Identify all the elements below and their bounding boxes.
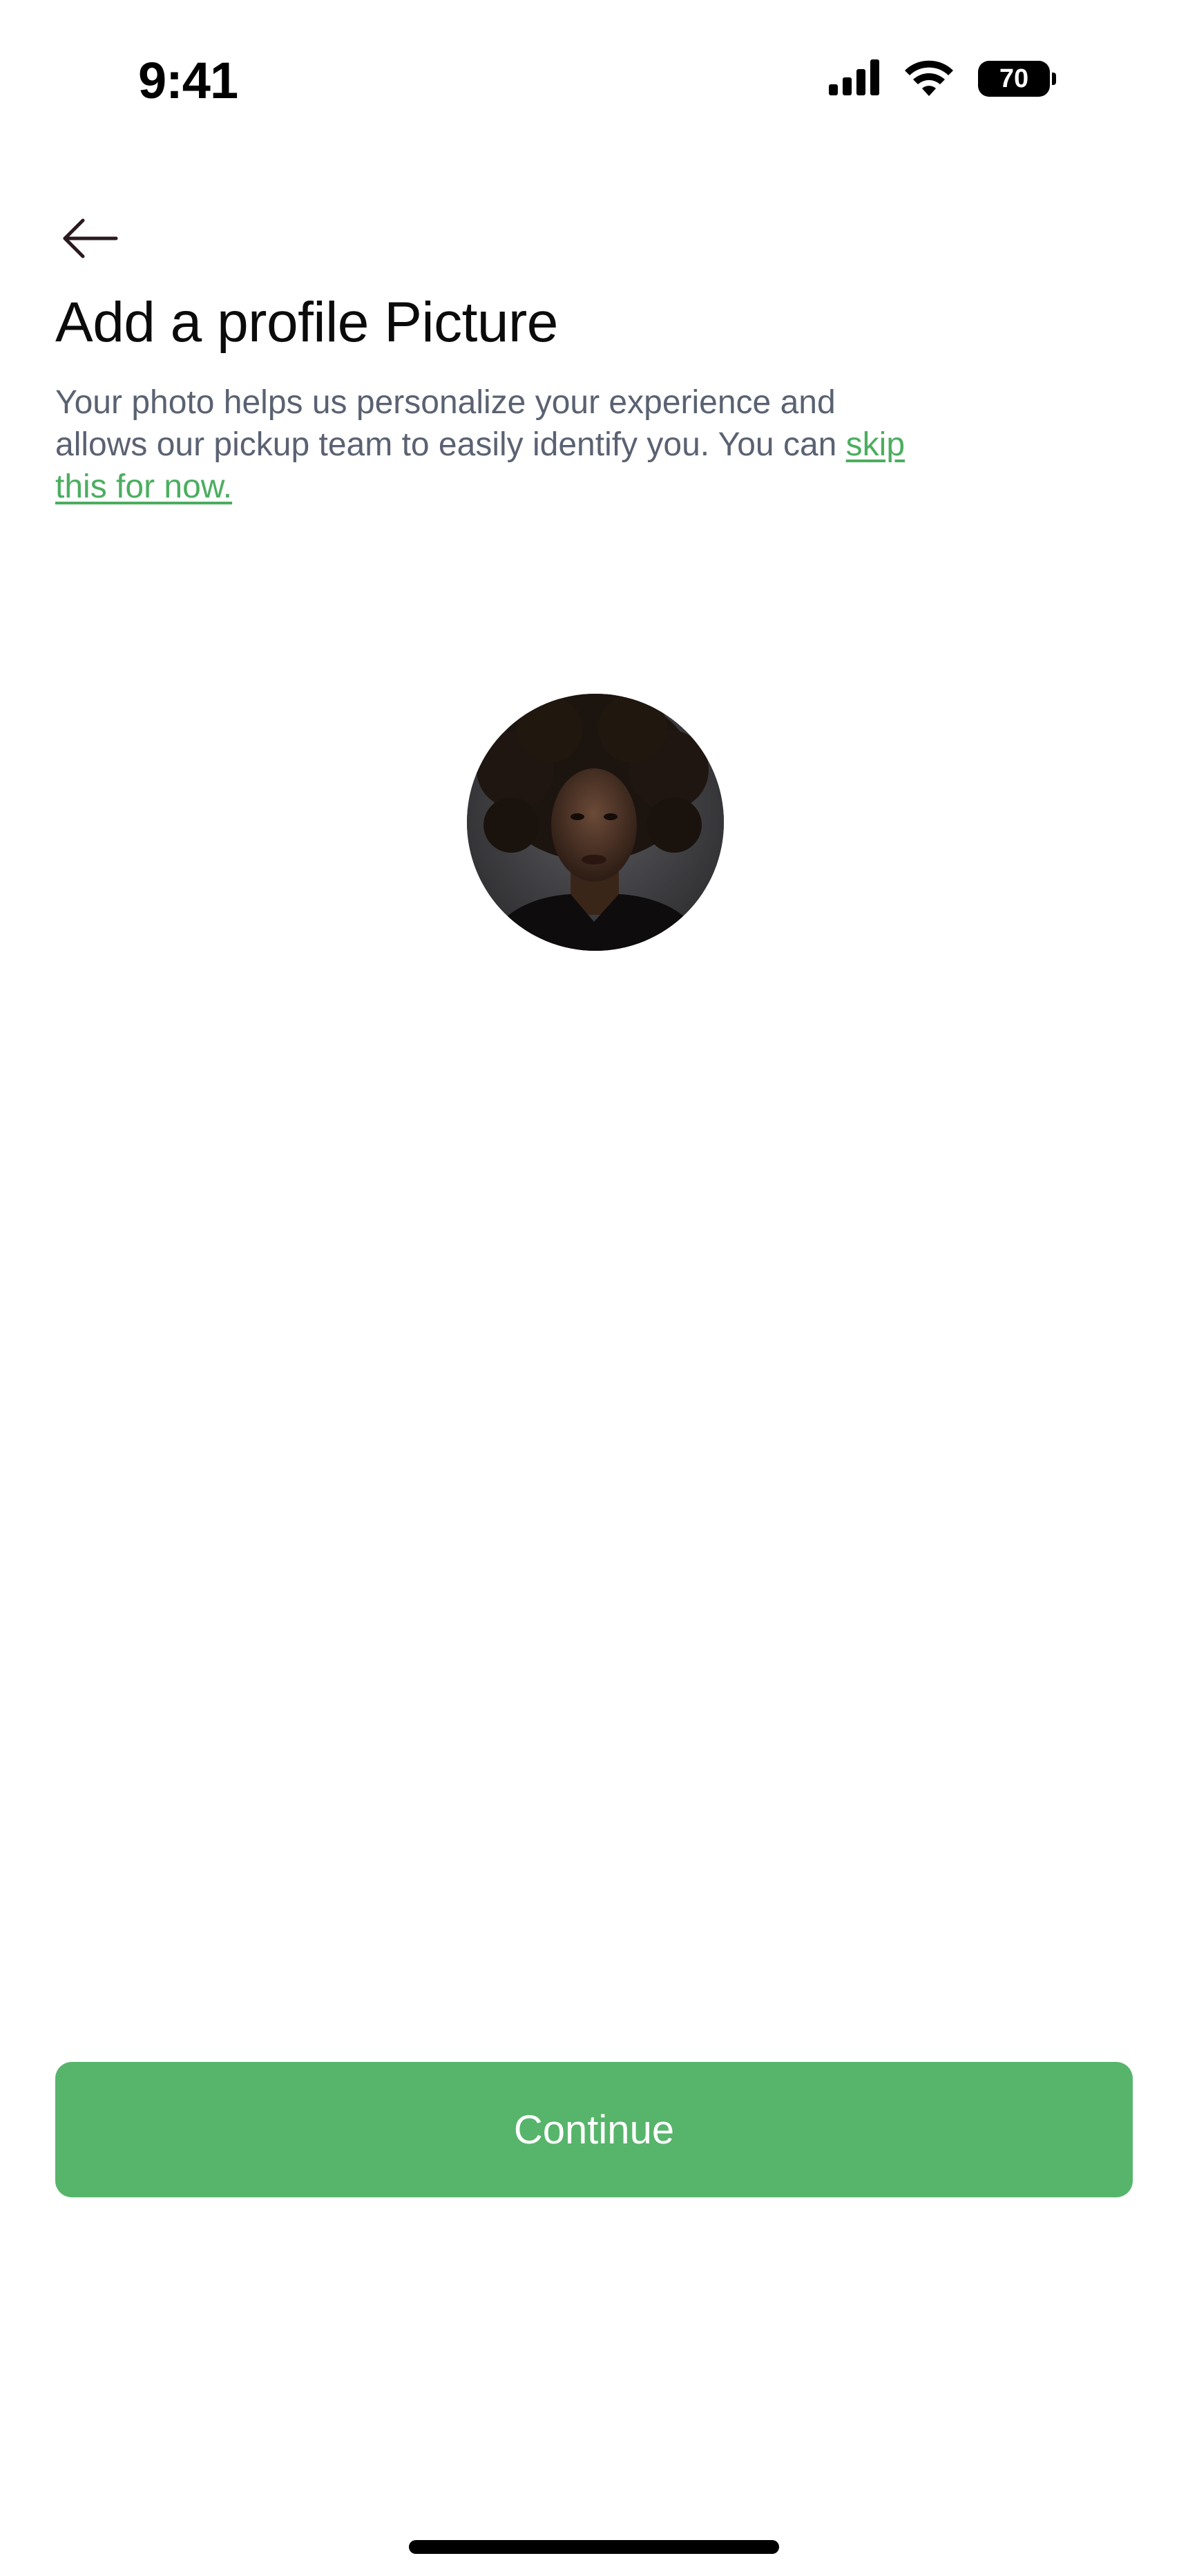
home-indicator	[409, 2540, 779, 2554]
page-description: Your photo helps us personalize your exp…	[55, 381, 912, 508]
battery-level: 70	[999, 64, 1029, 93]
battery-icon: 70	[978, 61, 1056, 97]
signal-icon	[829, 59, 880, 99]
status-bar: 9:41 70	[0, 0, 1188, 159]
profile-avatar[interactable]	[467, 694, 724, 951]
back-button[interactable]	[55, 207, 124, 269]
description-text: Your photo helps us personalize your exp…	[55, 384, 846, 463]
continue-button[interactable]: Continue	[55, 2062, 1133, 2197]
page-title: Add a profile Picture	[55, 291, 558, 354]
arrow-left-icon	[63, 218, 118, 258]
profile-photo	[467, 694, 724, 951]
status-icons: 70	[829, 58, 1056, 100]
wifi-icon	[903, 59, 955, 100]
status-time: 9:41	[138, 52, 238, 109]
